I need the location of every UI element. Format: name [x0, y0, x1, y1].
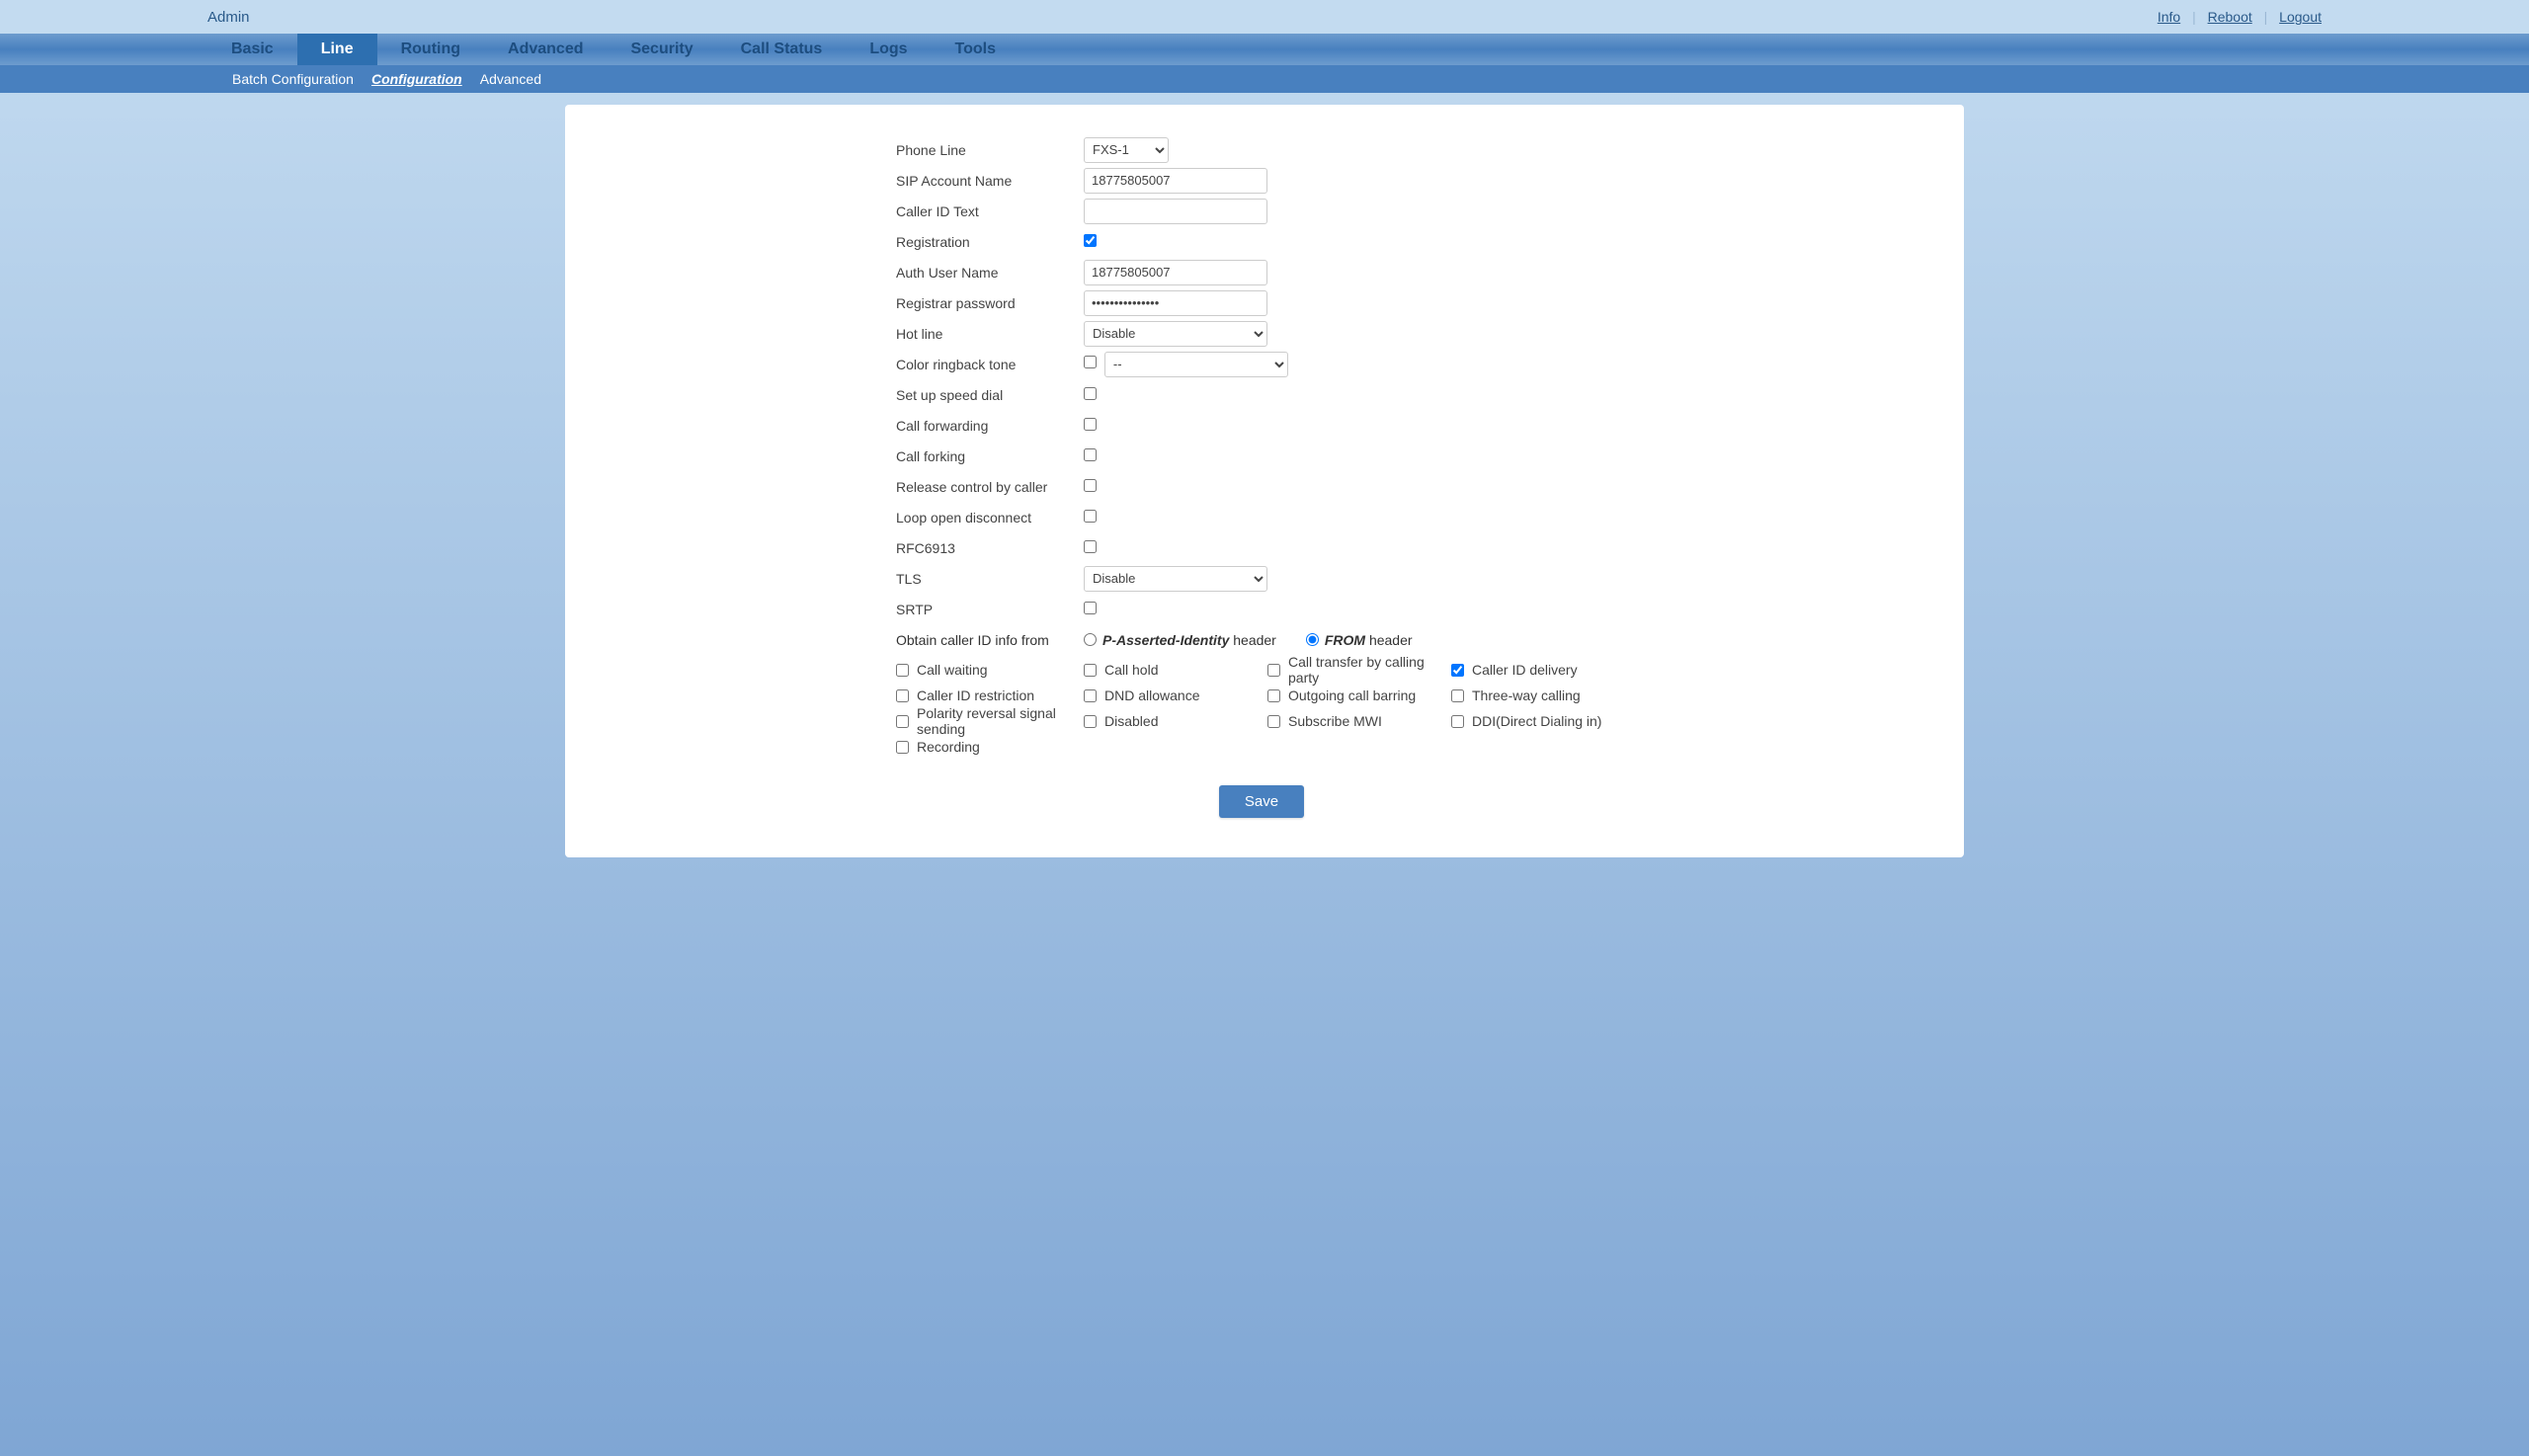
label-reg-password: Registrar password — [896, 295, 1084, 311]
nav-security[interactable]: Security — [607, 34, 716, 65]
auth-user-input[interactable] — [1084, 260, 1267, 285]
topbar: Admin Info | Reboot | Logout — [0, 0, 2529, 34]
label-hotline: Hot line — [896, 326, 1084, 342]
nav-logs[interactable]: Logs — [846, 34, 931, 65]
label-crbt: Color ringback tone — [896, 357, 1084, 372]
label-caller-id-text: Caller ID Text — [896, 203, 1084, 219]
hotline-select[interactable]: Disable — [1084, 321, 1267, 347]
nav-tools[interactable]: Tools — [932, 34, 1020, 65]
call-forking-checkbox[interactable] — [1084, 448, 1097, 461]
crbt-select[interactable]: -- — [1104, 352, 1288, 377]
feat-call-waiting[interactable]: Call waiting — [896, 657, 1084, 683]
loop-open-checkbox[interactable] — [1084, 510, 1097, 523]
separator: | — [2264, 9, 2268, 25]
registrar-password-input[interactable] — [1084, 290, 1267, 316]
obtain-pai-radio[interactable] — [1084, 633, 1097, 646]
feat-out-barring[interactable]: Outgoing call barring — [1267, 683, 1451, 708]
label-obtain: Obtain caller ID info from — [896, 632, 1084, 648]
feature-grid: Call waiting Call hold Call transfer by … — [896, 657, 1627, 760]
obtain-from-radio[interactable] — [1306, 633, 1319, 646]
subnav-configuration[interactable]: Configuration — [371, 71, 462, 87]
nav-routing[interactable]: Routing — [377, 34, 484, 65]
main-nav: Basic Line Routing Advanced Security Cal… — [0, 34, 2529, 65]
info-link[interactable]: Info — [2158, 9, 2180, 25]
nav-advanced[interactable]: Advanced — [484, 34, 607, 65]
page-panel: Phone Line FXS-1 SIP Account Name Caller… — [565, 105, 1964, 857]
feat-recording[interactable]: Recording — [896, 734, 1084, 760]
obtain-from-option[interactable]: FROM header — [1306, 632, 1413, 648]
label-loop-open: Loop open disconnect — [896, 510, 1084, 526]
label-tls: TLS — [896, 571, 1084, 587]
logout-link[interactable]: Logout — [2279, 9, 2322, 25]
label-srtp: SRTP — [896, 602, 1084, 617]
label-auth-user: Auth User Name — [896, 265, 1084, 281]
registration-checkbox[interactable] — [1084, 234, 1097, 247]
rfc6913-checkbox[interactable] — [1084, 540, 1097, 553]
obtain-pai-option[interactable]: P-Asserted-Identity header — [1084, 632, 1276, 648]
nav-basic[interactable]: Basic — [207, 34, 297, 65]
topbar-links: Info | Reboot | Logout — [2158, 9, 2322, 25]
caller-id-text-input[interactable] — [1084, 199, 1267, 224]
feat-ddi[interactable]: DDI(Direct Dialing in) — [1451, 708, 1635, 734]
label-phone-line: Phone Line — [896, 142, 1084, 158]
label-rfc6913: RFC6913 — [896, 540, 1084, 556]
feat-disabled[interactable]: Disabled — [1084, 708, 1267, 734]
reboot-link[interactable]: Reboot — [2208, 9, 2252, 25]
feat-dnd[interactable]: DND allowance — [1084, 683, 1267, 708]
feat-call-hold[interactable]: Call hold — [1084, 657, 1267, 683]
crbt-checkbox[interactable] — [1084, 356, 1097, 368]
label-call-forward: Call forwarding — [896, 418, 1084, 434]
label-registration: Registration — [896, 234, 1084, 250]
sub-nav: Batch Configuration Configuration Advanc… — [0, 65, 2529, 93]
release-ctrl-checkbox[interactable] — [1084, 479, 1097, 492]
admin-label: Admin — [207, 9, 250, 26]
label-speed-dial: Set up speed dial — [896, 387, 1084, 403]
save-button[interactable]: Save — [1219, 785, 1304, 818]
sip-account-input[interactable] — [1084, 168, 1267, 194]
separator: | — [2192, 9, 2196, 25]
subnav-advanced[interactable]: Advanced — [480, 71, 541, 87]
feat-polarity[interactable]: Polarity reversal signal sending — [896, 708, 1084, 734]
feat-cid-delivery[interactable]: Caller ID delivery — [1451, 657, 1635, 683]
srtp-checkbox[interactable] — [1084, 602, 1097, 614]
nav-callstatus[interactable]: Call Status — [717, 34, 847, 65]
label-sip-account: SIP Account Name — [896, 173, 1084, 189]
nav-line[interactable]: Line — [297, 34, 377, 65]
call-forward-checkbox[interactable] — [1084, 418, 1097, 431]
feat-call-transfer[interactable]: Call transfer by calling party — [1267, 657, 1451, 683]
label-release-ctrl: Release control by caller — [896, 479, 1084, 495]
speed-dial-checkbox[interactable] — [1084, 387, 1097, 400]
tls-select[interactable]: Disable — [1084, 566, 1267, 592]
feat-threeway[interactable]: Three-way calling — [1451, 683, 1635, 708]
phone-line-select[interactable]: FXS-1 — [1084, 137, 1169, 163]
subnav-batch[interactable]: Batch Configuration — [232, 71, 354, 87]
label-call-forking: Call forking — [896, 448, 1084, 464]
config-form: Phone Line FXS-1 SIP Account Name Caller… — [896, 134, 1627, 818]
feat-sub-mwi[interactable]: Subscribe MWI — [1267, 708, 1451, 734]
